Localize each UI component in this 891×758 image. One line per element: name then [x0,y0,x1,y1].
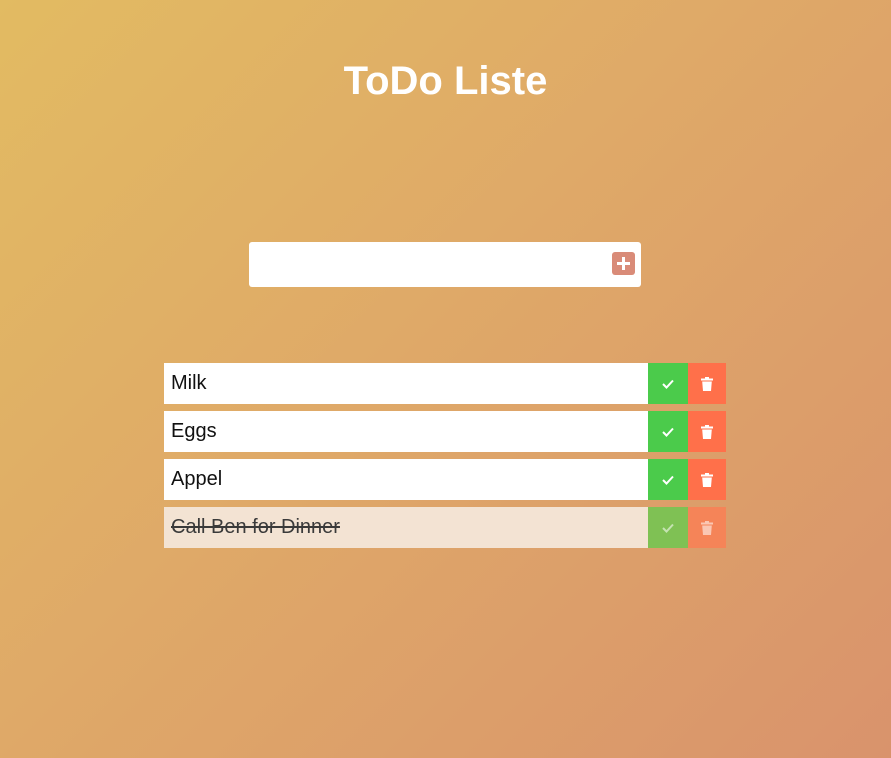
check-icon [662,427,674,437]
todo-list: Milk Eggs Appel Call Ben for Dinner [164,363,726,555]
todo-item: Eggs [164,411,726,452]
check-icon [662,475,674,485]
trash-icon [701,520,713,535]
add-todo-button[interactable] [612,252,635,275]
complete-button[interactable] [648,411,688,452]
todo-text: Eggs [171,420,217,442]
todo-input-form [249,242,641,287]
todo-text: Call Ben for Dinner [171,516,340,538]
todo-text: Milk [171,372,207,394]
delete-button[interactable] [688,459,726,500]
check-icon [662,523,674,533]
plus-icon [617,257,630,270]
delete-button[interactable] [688,363,726,404]
trash-icon [701,472,713,487]
todo-input[interactable] [257,250,601,280]
todo-text: Appel [171,468,223,490]
trash-icon [701,424,713,439]
complete-button[interactable] [648,507,688,548]
check-icon [662,379,674,389]
complete-button[interactable] [648,459,688,500]
delete-button[interactable] [688,507,726,548]
page-title: ToDo Liste [343,59,548,103]
delete-button[interactable] [688,411,726,452]
trash-icon [701,376,713,391]
todo-item: Appel [164,459,726,500]
todo-item: Milk [164,363,726,404]
todo-item-completed: Call Ben for Dinner [164,507,726,548]
complete-button[interactable] [648,363,688,404]
